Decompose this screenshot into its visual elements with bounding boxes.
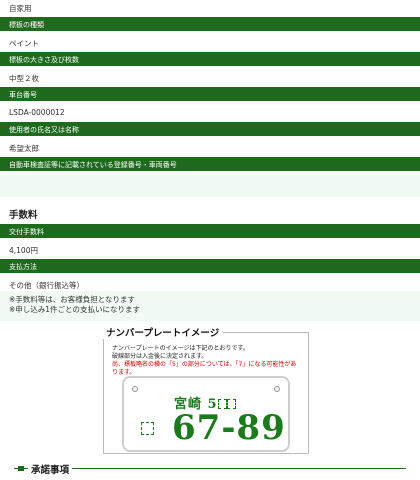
field-value-chassis-number: LSDA-0000012 — [0, 105, 420, 119]
plate-bolt-icon — [132, 386, 138, 392]
field-label-plate-type: 標板の種類 — [0, 17, 420, 31]
field-label-issue-fee: 交付手数料 — [0, 224, 420, 238]
field-value-user-name: 希望太郎 — [0, 140, 420, 154]
plate-desc-line: 破線部分は入金後に決定されます。 — [112, 353, 208, 360]
fees-section-title: 手数料 — [9, 210, 38, 221]
field-label-chassis-number: 車台番号 — [0, 87, 420, 101]
plate-image-description: ナンバープレートのイメージは下記のとおりです。 破線部分は入金後に決定されます。… — [112, 345, 302, 377]
plate-desc-warning: 尚、標板略名の横の「5」の部分については、「7」になる可能性があります。 — [112, 361, 297, 376]
plate-image-title: ナンバープレートイメージ — [102, 325, 224, 339]
field-value-issue-fee: 4,100円 — [0, 242, 420, 256]
plate-bolt-icon — [274, 386, 280, 392]
fee-note: ※手数料等は、お客様負担となります — [9, 295, 136, 304]
field-label-payment-method: 支払方法 — [0, 259, 420, 273]
vehicle-use-value: 自家用 — [0, 0, 420, 14]
field-label-plate-size: 標板の大きさ及び枚数 — [0, 52, 420, 66]
plate-desc-line: ナンバープレートのイメージは下記のとおりです。 — [112, 345, 249, 352]
spacer — [0, 197, 420, 207]
plate-number: 67-89 — [172, 408, 286, 448]
field-label-registration-number: 自動車検査証等に記載されている登録番号・車両番号 — [0, 157, 420, 171]
accept-section-title: 承諾事項 — [28, 462, 73, 476]
license-plate-preview: 宮崎 5 67-89 — [122, 376, 290, 452]
field-value-plate-size: 中型２枚 — [0, 70, 420, 84]
application-summary: 自家用 標板の種類 ペイント 標板の大きさ及び枚数 中型２枚 車台番号 LSDA… — [0, 0, 420, 321]
fee-note: ※申し込み1件ごとの支払いになります — [9, 305, 140, 314]
field-value-registration-number — [0, 175, 420, 189]
field-value-payment-method: その他（銀行振込等） — [0, 277, 420, 291]
dashed-placeholder-box — [141, 422, 154, 435]
field-label-user-name: 使用者の氏名又は名称 — [0, 122, 420, 136]
field-value-plate-type: ペイント — [0, 35, 420, 49]
accept-section-header: 承諾事項 — [14, 461, 406, 480]
spacer — [0, 189, 420, 197]
section-marker-icon — [18, 466, 24, 471]
divider — [14, 468, 406, 469]
fee-notes: ※手数料等は、お客様負担となります ※申し込み1件ごとの支払いになります — [0, 291, 420, 321]
